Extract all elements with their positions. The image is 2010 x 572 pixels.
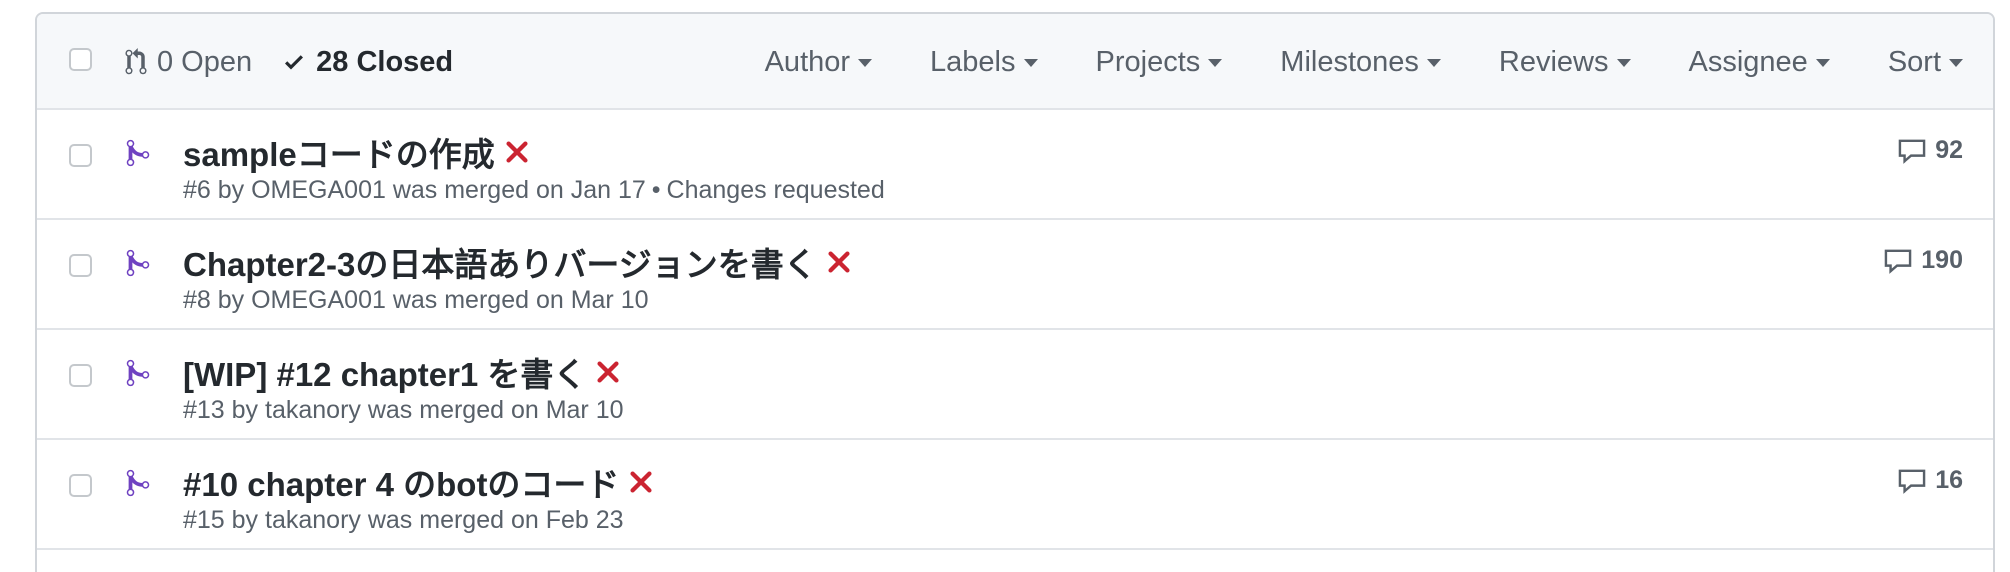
pull-request-row: [WIP] #12 chapter1 を書く #13 by takanory w…	[37, 330, 1993, 440]
row-checkbox[interactable]	[69, 144, 92, 167]
pull-request-title[interactable]: [WIP] #12 chapter1 を書く	[183, 348, 586, 396]
state-toggle: 0 Open 28 Closed	[125, 14, 483, 110]
pull-request-title[interactable]: sampleコードの作成	[183, 128, 495, 176]
projects-filter[interactable]: Projects	[1096, 46, 1223, 79]
row-checkbox[interactable]	[69, 474, 92, 497]
review-status[interactable]: Changes requested	[667, 176, 885, 204]
failure-x-icon[interactable]	[827, 250, 851, 274]
row-checkbox[interactable]	[69, 254, 92, 277]
reviews-filter[interactable]: Reviews	[1499, 46, 1631, 79]
pull-request-meta: #8 by OMEGA001 was merged on Mar 10	[183, 286, 649, 315]
comment-icon	[1898, 469, 1926, 494]
title-line: sampleコードの作成	[183, 128, 529, 176]
merged-icon	[126, 139, 150, 167]
pull-request-title[interactable]: Chapter2-3の日本語ありバージョンを書く	[183, 238, 817, 286]
milestones-filter-label: Milestones	[1280, 45, 1419, 78]
pull-request-row: sampleコードの作成 #6 by OMEGA001 was merged o…	[37, 110, 1993, 220]
merge-info: #13 by takanory was merged on Mar 10	[183, 396, 624, 424]
sort-filter[interactable]: Sort	[1888, 46, 1963, 79]
select-all-checkbox[interactable]	[69, 48, 92, 71]
open-count-label: 0 Open	[157, 45, 253, 78]
comment-icon	[1885, 249, 1912, 274]
chevron-down-icon	[1949, 59, 1963, 67]
comments-count: 16	[1935, 466, 1963, 494]
separator-dot: •	[651, 176, 661, 204]
assignee-filter-label: Assignee	[1688, 45, 1808, 78]
author-filter-label: Author	[764, 45, 851, 78]
pull-request-row: #10 chapter 4 のbotのコード #15 by takanory w…	[37, 440, 1993, 550]
row-checkbox[interactable]	[69, 364, 92, 387]
author-filter[interactable]: Author	[764, 45, 873, 79]
projects-filter-label: Projects	[1095, 45, 1201, 78]
merge-info: #15 by takanory was merged on Feb 23	[183, 506, 624, 534]
failure-x-icon[interactable]	[505, 140, 529, 164]
milestones-filter[interactable]: Milestones	[1280, 46, 1441, 79]
title-line: [WIP] #12 chapter1 を書く	[183, 348, 620, 396]
pull-request-icon	[125, 48, 147, 75]
merge-info: #6 by OMEGA001 was merged on Jan 17	[183, 176, 646, 204]
pull-request-meta: #13 by takanory was merged on Mar 10	[183, 396, 624, 425]
pull-request-meta: #6 by OMEGA001 was merged on Jan 17 • Chan…	[183, 176, 885, 205]
open-state-link[interactable]: 0 Open	[125, 46, 252, 79]
closed-count-label: 28 Closed	[316, 45, 454, 78]
chevron-down-icon	[1208, 59, 1223, 67]
chevron-down-icon	[1815, 59, 1830, 67]
closed-state-link[interactable]: 28 Closed	[282, 46, 453, 79]
merged-icon	[126, 469, 150, 497]
comments-link[interactable]: 16	[1897, 466, 1963, 495]
check-icon	[285, 55, 304, 70]
chevron-down-icon	[858, 59, 873, 67]
title-line: #10 chapter 4 のbotのコード	[183, 458, 653, 506]
chevron-down-icon	[1426, 59, 1441, 67]
comments-count: 190	[1921, 246, 1963, 274]
pull-request-row: Chapter2-3の日本語ありバージョンを書く #8 by OMEGA001 …	[37, 220, 1993, 330]
failure-x-icon[interactable]	[596, 360, 620, 384]
failure-x-icon[interactable]	[629, 470, 653, 494]
comment-icon	[1898, 139, 1926, 164]
chevron-down-icon	[1023, 59, 1038, 67]
reviews-filter-label: Reviews	[1498, 45, 1609, 78]
pull-request-title[interactable]: #10 chapter 4 のbotのコード	[183, 458, 619, 506]
comments-link[interactable]: 190	[1883, 246, 1963, 275]
labels-filter-label: Labels	[930, 45, 1016, 78]
assignee-filter[interactable]: Assignee	[1689, 46, 1830, 79]
comments-count: 92	[1935, 136, 1963, 164]
title-line: Chapter2-3の日本語ありバージョンを書く	[183, 238, 851, 286]
comments-link[interactable]: 92	[1897, 136, 1963, 165]
merged-icon	[126, 249, 150, 277]
filter-menus: Author Labels Projects Milestones Review…	[707, 14, 1963, 110]
sort-filter-label: Sort	[1887, 45, 1941, 78]
merged-icon	[126, 359, 150, 387]
chevron-down-icon	[1616, 59, 1631, 67]
merge-info: #8 by OMEGA001 was merged on Mar 10	[183, 286, 649, 314]
labels-filter[interactable]: Labels	[930, 45, 1038, 79]
pull-request-list: 0 Open 28 Closed Author Labels Projects …	[35, 12, 1995, 572]
pull-request-meta: #15 by takanory was merged on Feb 23	[183, 506, 624, 535]
list-header: 0 Open 28 Closed Author Labels Projects …	[37, 14, 1993, 110]
